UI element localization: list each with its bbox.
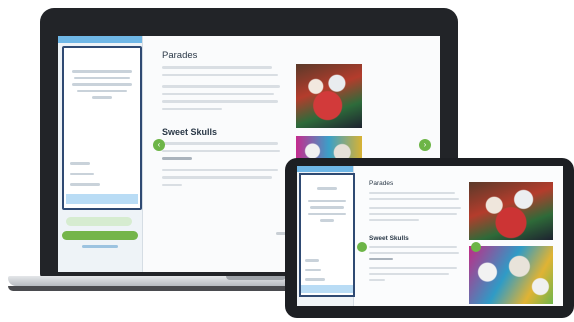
chevron-right-icon[interactable]: › (419, 139, 431, 151)
chevron-left-icon[interactable] (357, 242, 367, 252)
sidebar-panel (62, 46, 142, 210)
sweet-skulls-photo (469, 246, 553, 304)
section-paragraph (162, 142, 282, 186)
chevron-left-icon[interactable]: ‹ (153, 139, 165, 151)
sidebar-list (70, 162, 110, 194)
sidebar-list (305, 259, 335, 288)
parade-photo (296, 64, 362, 128)
sidebar-header-bar (297, 166, 353, 172)
list-item[interactable] (70, 162, 90, 165)
sidebar-header-bar (58, 36, 142, 43)
laptop-sidebar (58, 36, 143, 272)
panel-intro-text (307, 187, 347, 226)
list-item[interactable] (305, 268, 321, 271)
chevron-right-icon[interactable] (471, 242, 481, 252)
section-paragraph (369, 246, 461, 281)
list-item[interactable] (70, 172, 94, 175)
secondary-button[interactable] (66, 217, 132, 226)
page-title: Parades (162, 50, 198, 61)
list-item[interactable] (70, 183, 100, 186)
list-item[interactable] (305, 278, 325, 281)
tablet-screen: Parades Sweet Skulls (297, 166, 563, 306)
intro-paragraph (369, 192, 461, 221)
selected-list-item[interactable] (66, 194, 138, 204)
panel-intro-text (70, 70, 134, 103)
page-title: Parades (369, 180, 394, 187)
sidebar-link[interactable] (82, 245, 118, 248)
laptop-notch (226, 276, 286, 280)
primary-green-button[interactable] (62, 231, 138, 240)
tablet-sidebar (297, 166, 355, 306)
section-heading: Sweet Skulls (162, 127, 218, 137)
intro-paragraph (162, 66, 282, 110)
parade-photo (469, 182, 553, 240)
section-heading: Sweet Skulls (369, 235, 409, 242)
list-item[interactable] (305, 259, 319, 262)
sidebar-panel (299, 173, 355, 297)
selected-list-item[interactable] (301, 285, 353, 293)
